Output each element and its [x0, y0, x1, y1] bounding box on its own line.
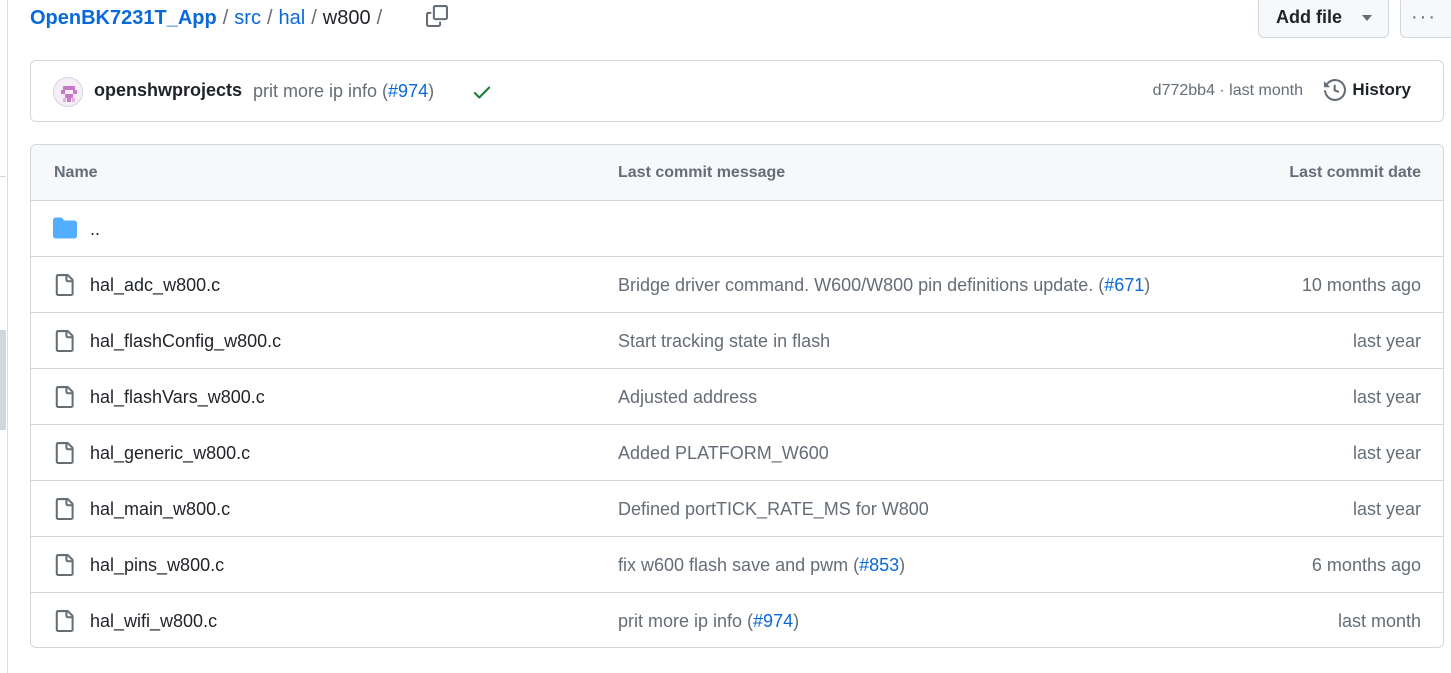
- row-commit-date: last year: [1352, 499, 1421, 519]
- commit-pr-link[interactable]: #974: [388, 81, 428, 101]
- breadcrumb-hal-link[interactable]: hal: [279, 7, 306, 30]
- row-commit-message[interactable]: Adjusted address: [618, 387, 757, 408]
- file-name-link[interactable]: hal_flashVars_w800.c: [90, 387, 265, 408]
- row-pr-link[interactable]: #671: [1104, 275, 1144, 295]
- file-name-link[interactable]: hal_pins_w800.c: [90, 555, 224, 576]
- history-icon: [1324, 79, 1347, 101]
- breadcrumb-separator: /: [376, 6, 383, 29]
- row-commit-date: last year: [1352, 331, 1421, 351]
- row-commit-message[interactable]: fix w600 flash save and pwm (#853): [618, 555, 905, 576]
- breadcrumb-separator: /: [222, 6, 229, 29]
- row-commit-message-text[interactable]: prit more ip info (: [618, 611, 753, 631]
- file-table: Name Last commit message Last commit dat…: [30, 144, 1444, 648]
- add-file-label: Add file: [1276, 6, 1342, 27]
- copy-icon: [426, 5, 448, 27]
- row-commit-message[interactable]: Added PLATFORM_W600: [618, 443, 829, 464]
- commit-message-suffix: ): [428, 81, 435, 101]
- row-commit-date: 10 months ago: [1301, 275, 1421, 295]
- file-name-link[interactable]: hal_main_w800.c: [90, 499, 230, 520]
- history-label: History: [1352, 80, 1411, 99]
- breadcrumb-repo-link[interactable]: OpenBK7231T_App: [30, 7, 217, 30]
- file-icon: [55, 442, 74, 464]
- row-commit-date: last year: [1352, 387, 1421, 407]
- add-file-button[interactable]: Add file: [1258, 0, 1389, 38]
- file-icon: [55, 554, 74, 576]
- row-commit-message[interactable]: Start tracking state in flash: [618, 331, 830, 352]
- left-scrollbar[interactable]: [0, 330, 6, 430]
- table-row[interactable]: hal_adc_w800.c Bridge driver command. W60…: [31, 257, 1443, 313]
- row-message-suffix: ): [899, 555, 906, 575]
- table-row[interactable]: hal_wifi_w800.c prit more ip info (#974) l…: [31, 593, 1443, 647]
- breadcrumb-separator: /: [266, 6, 273, 29]
- row-commit-message[interactable]: Defined portTICK_RATE_MS for W800: [618, 499, 929, 520]
- row-commit-message-text[interactable]: Added PLATFORM_W600: [618, 443, 829, 463]
- table-row[interactable]: hal_flashVars_w800.c Adjusted address last…: [31, 369, 1443, 425]
- avatar[interactable]: [53, 77, 83, 107]
- parent-directory-link[interactable]: ..: [90, 219, 100, 240]
- breadcrumb-separator: /: [311, 6, 317, 29]
- table-header: Name Last commit message Last commit dat…: [31, 145, 1443, 201]
- history-button[interactable]: History: [1324, 79, 1411, 101]
- parent-directory-row[interactable]: ..: [31, 201, 1443, 257]
- breadcrumb: OpenBK7231T_App / src / hal / w800 /: [30, 4, 388, 32]
- column-header-name: Name: [54, 164, 98, 181]
- row-commit-message-text[interactable]: Defined portTICK_RATE_MS for W800: [618, 499, 929, 519]
- row-commit-message-text[interactable]: fix w600 flash save and pwm (: [618, 555, 859, 575]
- row-message-suffix: ): [1144, 275, 1151, 295]
- folder-icon: [53, 217, 77, 239]
- breadcrumb-src-link[interactable]: src: [234, 7, 261, 30]
- file-icon: [55, 274, 74, 296]
- row-commit-date: last year: [1352, 443, 1421, 463]
- row-commit-message[interactable]: Bridge driver command. W600/W800 pin def…: [618, 275, 1150, 296]
- commit-author-link[interactable]: openshwprojects: [94, 80, 242, 101]
- file-name-link[interactable]: hal_generic_w800.c: [90, 443, 250, 464]
- table-row[interactable]: hal_generic_w800.c Added PLATFORM_W600 las…: [31, 425, 1443, 481]
- identicon-icon: [61, 86, 77, 102]
- row-commit-message-text[interactable]: Bridge driver command. W600/W800 pin def…: [618, 275, 1104, 295]
- commit-sha-link[interactable]: d772bb4 · last month: [1153, 82, 1303, 100]
- row-commit-message-text[interactable]: Start tracking state in flash: [618, 331, 830, 351]
- row-message-suffix: ): [793, 611, 800, 631]
- file-name-link[interactable]: hal_wifi_w800.c: [90, 611, 217, 632]
- commit-message[interactable]: prit more ip info (#974): [253, 81, 434, 102]
- row-commit-message[interactable]: prit more ip info (#974): [618, 611, 799, 632]
- more-options-button[interactable]: ···: [1400, 0, 1451, 38]
- file-icon: [55, 386, 74, 408]
- column-header-message: Last commit message: [618, 164, 786, 181]
- file-icon: [55, 498, 74, 520]
- row-commit-date: last month: [1337, 611, 1421, 631]
- row-commit-date: 6 months ago: [1311, 555, 1421, 575]
- row-pr-link[interactable]: #853: [859, 555, 899, 575]
- table-row[interactable]: hal_pins_w800.c fix w600 flash save and p…: [31, 537, 1443, 593]
- table-row[interactable]: hal_flashConfig_w800.c Start tracking sta…: [31, 313, 1443, 369]
- kebab-icon: ···: [1411, 5, 1437, 28]
- file-name-link[interactable]: hal_adc_w800.c: [90, 275, 220, 296]
- latest-commit-bar: openshwprojects prit more ip info (#974)…: [30, 60, 1444, 122]
- chevron-down-icon: [1362, 15, 1372, 21]
- copy-path-button[interactable]: [425, 4, 449, 28]
- row-commit-message-text[interactable]: Adjusted address: [618, 387, 757, 407]
- file-icon: [55, 330, 74, 352]
- left-panel-edge: [0, 0, 8, 673]
- breadcrumb-current: w800: [322, 6, 371, 29]
- row-pr-link[interactable]: #974: [753, 611, 793, 631]
- commit-message-text[interactable]: prit more ip info (: [253, 81, 388, 101]
- check-icon[interactable]: [471, 81, 493, 103]
- edge-divider: [0, 176, 6, 177]
- file-icon: [55, 610, 74, 632]
- table-row[interactable]: hal_main_w800.c Defined portTICK_RATE_MS …: [31, 481, 1443, 537]
- column-header-date: Last commit date: [1289, 164, 1421, 181]
- file-name-link[interactable]: hal_flashConfig_w800.c: [90, 331, 281, 352]
